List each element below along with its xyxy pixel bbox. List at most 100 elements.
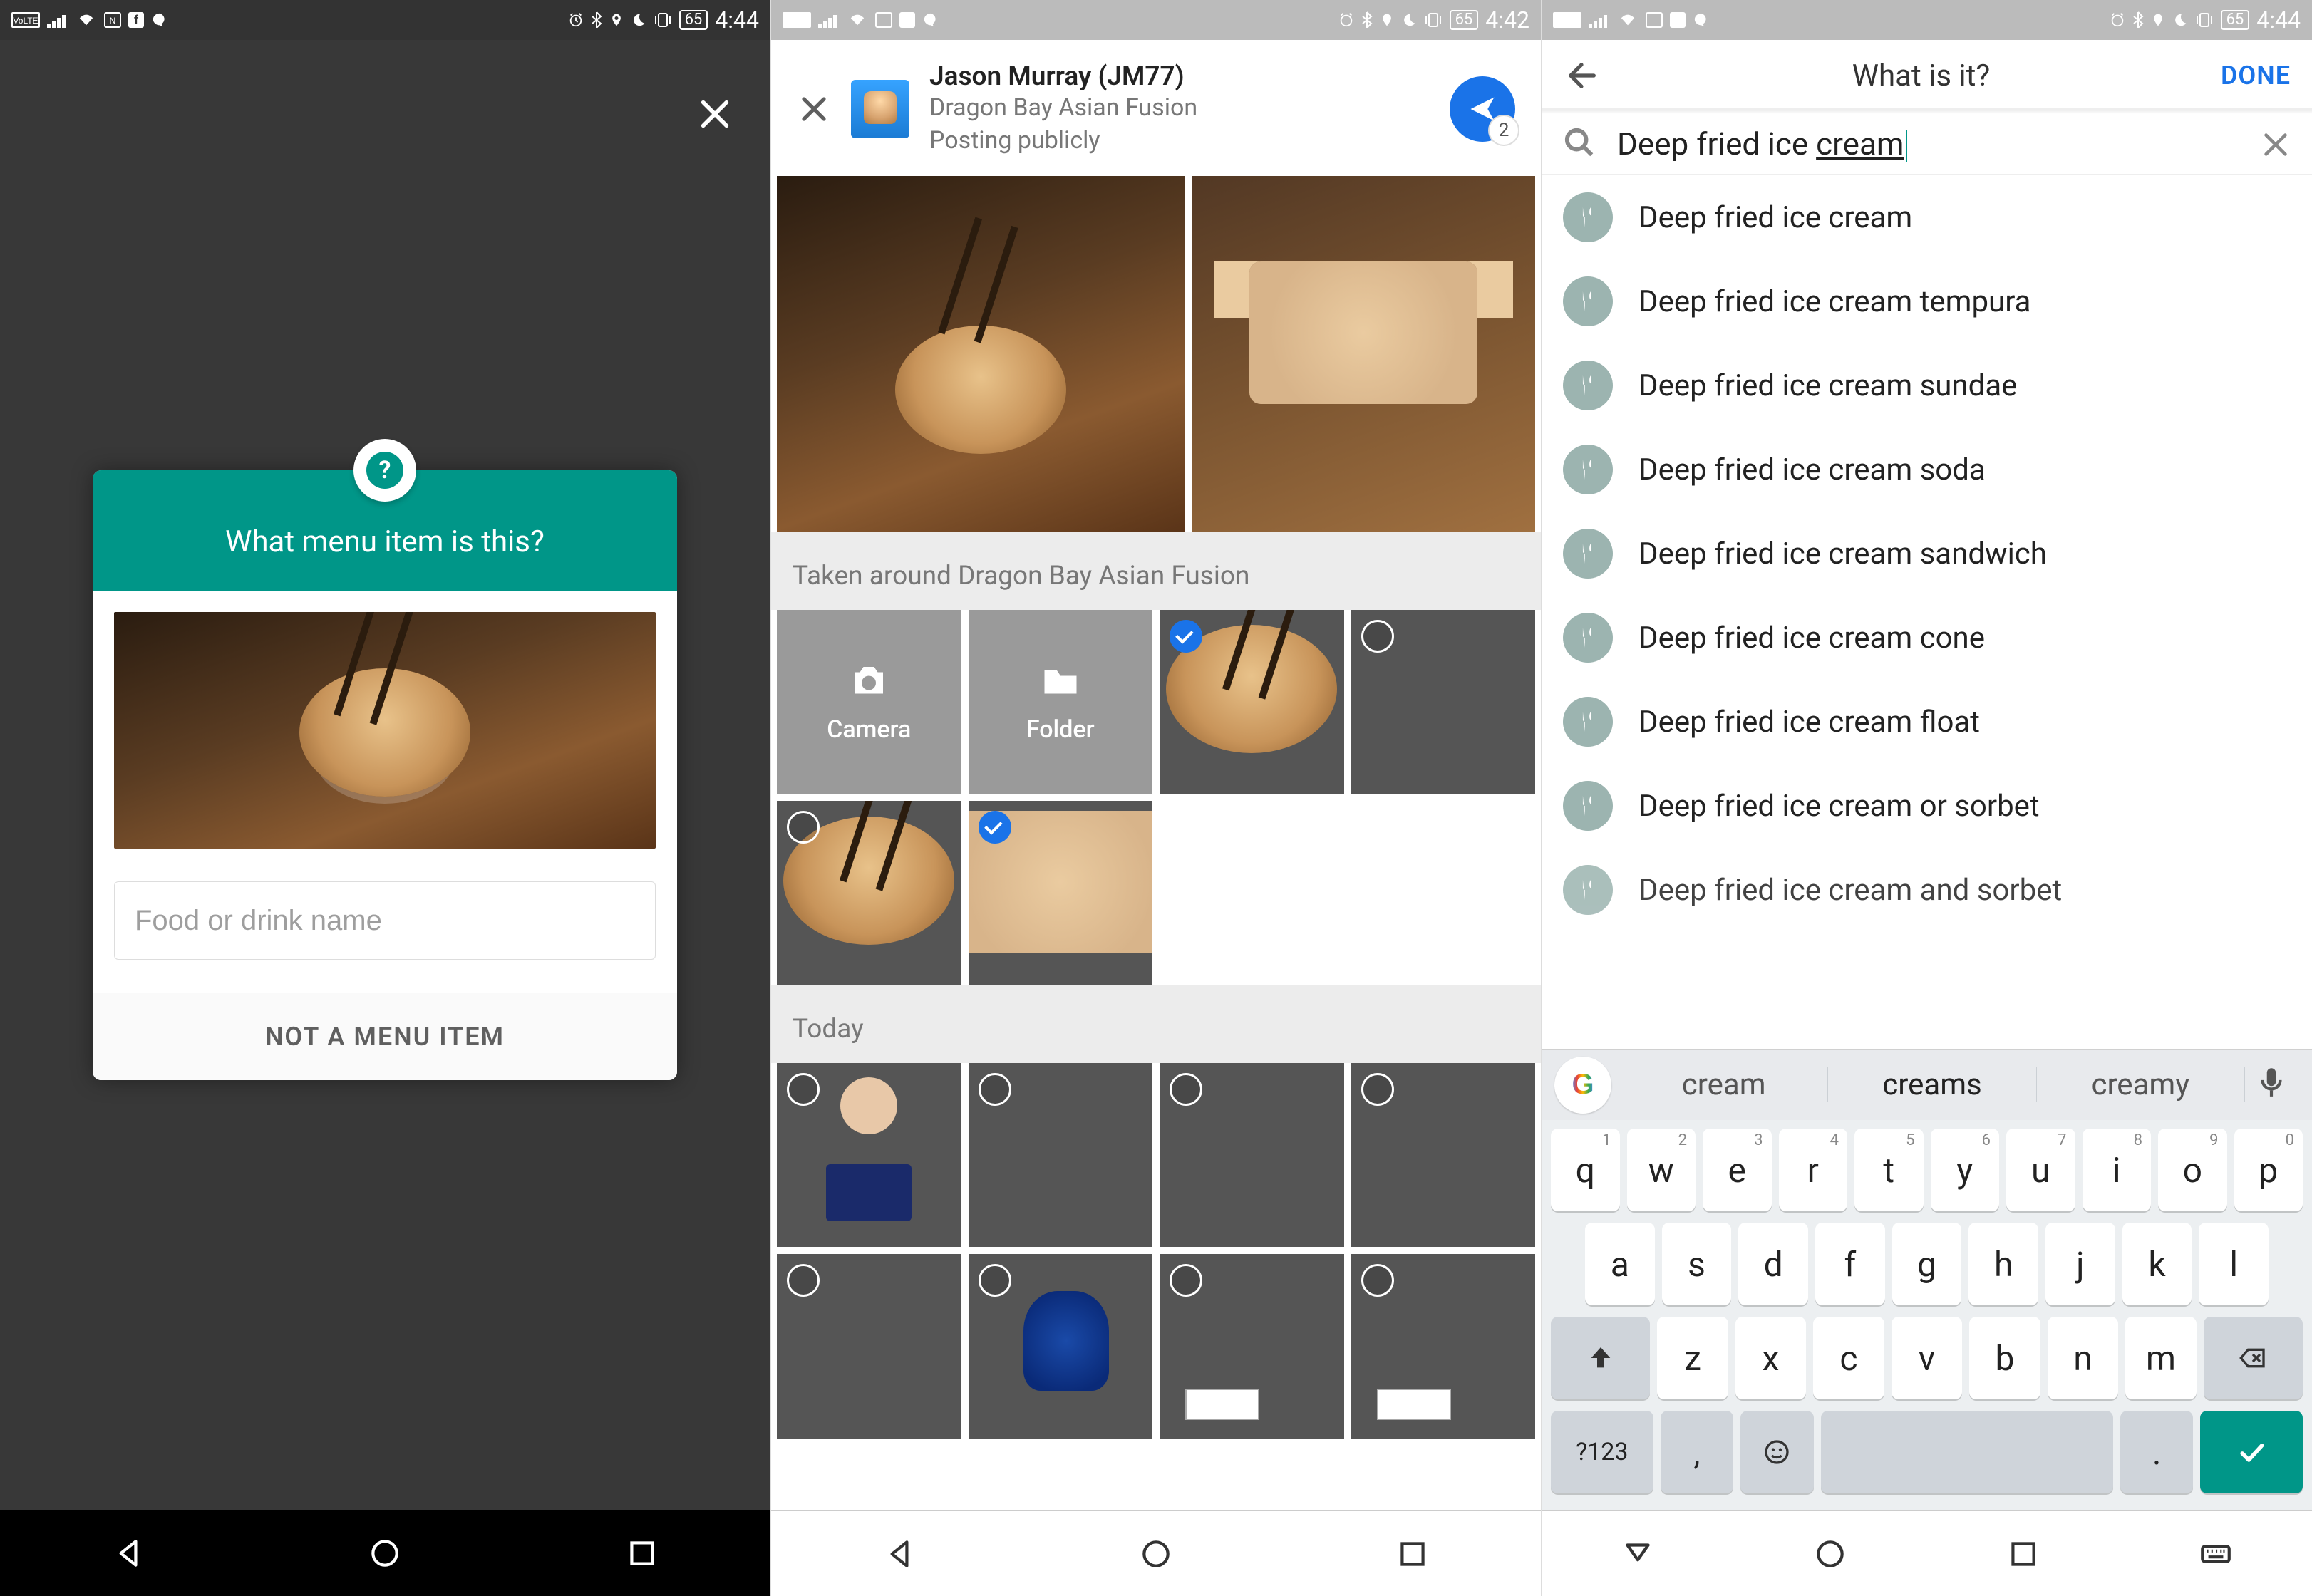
- key-enter[interactable]: [2200, 1411, 2303, 1493]
- nav-home-icon[interactable]: [1138, 1536, 1174, 1572]
- photo-cell[interactable]: [1160, 1063, 1344, 1248]
- key-space[interactable]: [1821, 1411, 2113, 1493]
- suggestion-item[interactable]: Deep fried ice cream: [1542, 175, 2312, 259]
- key-o[interactable]: o9: [2158, 1129, 2227, 1211]
- key-m[interactable]: m: [2125, 1317, 2196, 1399]
- key-p[interactable]: p0: [2234, 1129, 2303, 1211]
- photo-cell[interactable]: [1351, 1063, 1536, 1248]
- nav-back-icon[interactable]: [110, 1535, 146, 1571]
- key-w[interactable]: w2: [1627, 1129, 1696, 1211]
- selection-check-icon[interactable]: [1170, 620, 1202, 653]
- photo-cell[interactable]: [969, 1254, 1153, 1439]
- close-button[interactable]: [797, 92, 831, 126]
- suggestion-item[interactable]: Deep fried ice cream soda: [1542, 428, 2312, 512]
- suggestion-item[interactable]: Deep fried ice cream float: [1542, 680, 2312, 764]
- nav-recents-icon[interactable]: [624, 1535, 660, 1571]
- key-c[interactable]: c: [1813, 1317, 1884, 1399]
- photo-cell[interactable]: [969, 801, 1153, 985]
- key-j[interactable]: j: [2045, 1223, 2115, 1305]
- photo-cell[interactable]: [1351, 1254, 1536, 1439]
- key-l[interactable]: l: [2199, 1223, 2269, 1305]
- key-y[interactable]: y6: [1931, 1129, 2000, 1211]
- nav-recents-icon[interactable]: [1395, 1536, 1430, 1572]
- key-k[interactable]: k: [2122, 1223, 2192, 1305]
- suggestion-item[interactable]: Deep fried ice cream tempura: [1542, 259, 2312, 343]
- nav-home-icon[interactable]: [367, 1535, 403, 1571]
- key-backspace[interactable]: [2204, 1317, 2303, 1399]
- status-right: 65 4:44: [2110, 6, 2301, 33]
- selection-ring-icon[interactable]: [1170, 1264, 1202, 1297]
- kb-suggestion[interactable]: creamy: [2037, 1067, 2245, 1102]
- google-icon[interactable]: G: [1554, 1057, 1611, 1114]
- food-name-input[interactable]: [114, 881, 656, 960]
- key-v[interactable]: v: [1892, 1317, 1962, 1399]
- key-h[interactable]: h: [1968, 1223, 2038, 1305]
- selection-ring-icon[interactable]: [1361, 1264, 1394, 1297]
- photo-cell[interactable]: [777, 801, 961, 985]
- photo-cell[interactable]: [1160, 1254, 1344, 1439]
- selection-ring-icon[interactable]: [1361, 1073, 1394, 1106]
- suggestion-item[interactable]: Deep fried ice cream cone: [1542, 596, 2312, 680]
- nav-home-icon[interactable]: [1812, 1536, 1848, 1572]
- selection-ring-icon[interactable]: [1361, 620, 1394, 653]
- key-u[interactable]: u7: [2006, 1129, 2075, 1211]
- key-i[interactable]: i8: [2083, 1129, 2152, 1211]
- key-period[interactable]: .: [2120, 1411, 2194, 1493]
- key-shift[interactable]: [1551, 1317, 1650, 1399]
- key-x[interactable]: x: [1735, 1317, 1806, 1399]
- send-button[interactable]: 2: [1450, 76, 1515, 142]
- key-g[interactable]: g: [1892, 1223, 1962, 1305]
- key-f[interactable]: f: [1815, 1223, 1885, 1305]
- selection-ring-icon[interactable]: [979, 1264, 1011, 1297]
- nav-keyboard-icon[interactable]: [2198, 1536, 2234, 1572]
- search-input[interactable]: Deep fried ice cream: [1617, 125, 2238, 162]
- preview-photo[interactable]: [1192, 176, 1535, 532]
- key-r[interactable]: r4: [1779, 1129, 1848, 1211]
- kb-suggestion[interactable]: cream: [1620, 1067, 1828, 1102]
- not-a-menu-item-button[interactable]: NOT A MENU ITEM: [93, 993, 677, 1080]
- mic-icon[interactable]: [2254, 1064, 2296, 1107]
- done-button[interactable]: DONE: [2221, 61, 2291, 90]
- camera-button[interactable]: Camera: [777, 610, 961, 794]
- preview-photo[interactable]: [777, 176, 1185, 532]
- key-comma[interactable]: ,: [1661, 1411, 1734, 1493]
- folder-button[interactable]: Folder: [969, 610, 1153, 794]
- key-b[interactable]: b: [1969, 1317, 2040, 1399]
- clear-button[interactable]: [2259, 128, 2291, 160]
- key-a[interactable]: a: [1585, 1223, 1655, 1305]
- suggestion-item[interactable]: Deep fried ice cream or sorbet: [1542, 764, 2312, 848]
- selection-check-icon[interactable]: [979, 811, 1011, 844]
- photo-cell[interactable]: [777, 1063, 961, 1248]
- photo-cell[interactable]: [777, 1254, 961, 1439]
- avatar: [851, 80, 909, 138]
- selection-ring-icon[interactable]: [1170, 1073, 1202, 1106]
- back-button[interactable]: [1563, 57, 1600, 94]
- photo-cell[interactable]: [1160, 610, 1344, 794]
- suggestion-item[interactable]: Deep fried ice cream sundae: [1542, 343, 2312, 428]
- key-emoji[interactable]: [1740, 1411, 1814, 1493]
- key-t[interactable]: t5: [1854, 1129, 1924, 1211]
- key-s[interactable]: s: [1662, 1223, 1732, 1305]
- selection-ring-icon[interactable]: [787, 1264, 820, 1297]
- key-z[interactable]: z: [1657, 1317, 1728, 1399]
- phone-screen-3: 65 4:44 What is it? DONE Deep fried ice …: [1541, 0, 2312, 1596]
- suggestion-list[interactable]: Deep fried ice cream Deep fried ice crea…: [1542, 175, 2312, 1049]
- selection-ring-icon[interactable]: [787, 1073, 820, 1106]
- key-symbols[interactable]: ?123: [1551, 1411, 1653, 1493]
- key-q[interactable]: q1: [1551, 1129, 1620, 1211]
- photo-cell[interactable]: [969, 1063, 1153, 1248]
- selection-ring-icon[interactable]: [979, 1073, 1011, 1106]
- selection-ring-icon[interactable]: [787, 811, 820, 844]
- key-n[interactable]: n: [2048, 1317, 2118, 1399]
- nav-recents-icon[interactable]: [2006, 1536, 2041, 1572]
- key-d[interactable]: d: [1738, 1223, 1808, 1305]
- nav-back-icon[interactable]: [1620, 1536, 1656, 1572]
- suggestion-item[interactable]: Deep fried ice cream sandwich: [1542, 512, 2312, 596]
- photo-cell[interactable]: [1351, 610, 1536, 794]
- key-e[interactable]: e3: [1703, 1129, 1772, 1211]
- kb-suggestion[interactable]: creams: [1828, 1067, 2036, 1102]
- suggestion-item[interactable]: Deep fried ice cream and sorbet: [1542, 848, 2312, 932]
- photo-picker-scroll[interactable]: Taken around Dragon Bay Asian Fusion Cam…: [771, 532, 1541, 1510]
- close-button[interactable]: [695, 94, 735, 134]
- nav-back-icon[interactable]: [882, 1536, 917, 1572]
